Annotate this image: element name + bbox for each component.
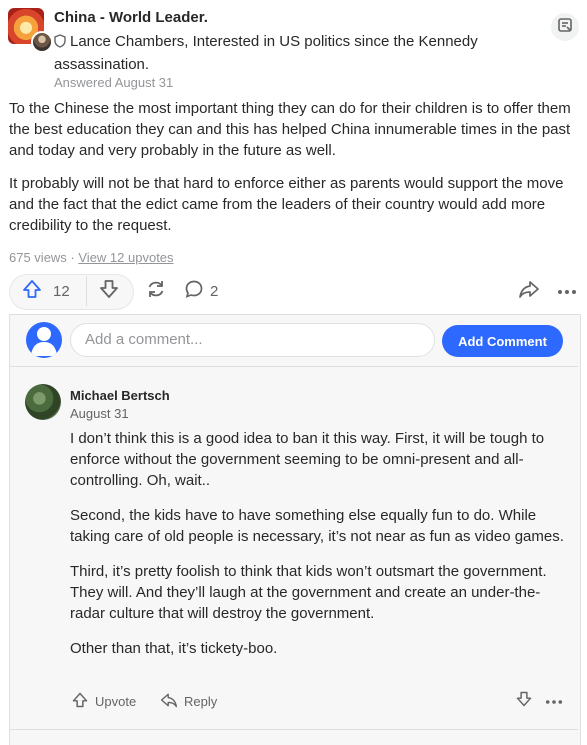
comment-more-button[interactable]	[543, 690, 565, 712]
downvote-button[interactable]	[96, 279, 122, 303]
divider	[10, 729, 578, 730]
comment-upvote-label: Upvote	[95, 693, 137, 709]
divider	[10, 366, 578, 367]
answer-body: To the Chinese the most important thing …	[9, 98, 581, 248]
answered-date[interactable]: Answered August 31	[54, 75, 173, 90]
downvote-arrow-icon	[98, 278, 120, 305]
comment-upvote-button[interactable]: Upvote	[71, 690, 136, 712]
author-credential[interactable]: Lance Chambers, Interested in US politic…	[54, 31, 524, 75]
upvote-arrow-icon	[21, 278, 43, 305]
comment-paragraph: I don’t think this is a good idea to ban…	[70, 430, 545, 489]
author-avatar[interactable]	[31, 31, 53, 53]
answer-stats: 675 views · View 12 upvotes	[9, 250, 174, 265]
note-icon	[557, 17, 573, 38]
comment-paragraph: Second, the kids have to have something …	[70, 507, 564, 545]
commenter-avatar[interactable]	[25, 384, 61, 420]
comment-reply-label: Reply	[184, 693, 218, 709]
comment-body: I don’t think this is a good idea to ban…	[70, 428, 570, 673]
comment-date[interactable]: August 31	[70, 406, 129, 421]
space-name[interactable]: China - World Leader.	[54, 9, 208, 26]
share-button[interactable]	[516, 279, 542, 303]
comment-paragraph: Other than that, it’s tickety-boo.	[70, 640, 278, 657]
reshare-button[interactable]	[143, 279, 169, 303]
answer-paragraph: It probably will not be that hard to enf…	[9, 175, 564, 234]
comment-reply-button[interactable]: Reply	[160, 690, 217, 712]
view-upvotes-link[interactable]: View 12 upvotes	[78, 250, 173, 265]
comments-button[interactable]: 2	[184, 279, 218, 303]
upvote-button[interactable]: 12	[21, 279, 70, 303]
view-count: 675 views	[9, 250, 67, 265]
stats-separator: ·	[66, 250, 79, 265]
speech-bubble-icon	[184, 279, 204, 304]
share-arrow-icon	[518, 278, 540, 305]
answer-paragraph: To the Chinese the most important thing …	[9, 100, 571, 159]
commenter-name[interactable]: Michael Bertsch	[70, 388, 170, 403]
downvote-arrow-icon	[515, 690, 533, 713]
more-options-button[interactable]	[554, 280, 580, 302]
ellipsis-icon	[557, 282, 577, 300]
comment-input[interactable]: Add a comment...	[70, 323, 435, 357]
comment-downvote-button[interactable]	[513, 690, 535, 712]
add-comment-button[interactable]: Add Comment	[442, 325, 563, 357]
credential-text: Lance Chambers, Interested in US politic…	[54, 33, 478, 73]
ellipsis-icon	[545, 692, 563, 710]
reshare-icon	[145, 278, 167, 305]
upvote-arrow-icon	[71, 691, 89, 712]
comment-count: 2	[210, 282, 219, 300]
notes-button[interactable]	[551, 13, 579, 41]
upvote-count: 12	[53, 282, 70, 300]
shield-icon	[54, 33, 66, 54]
default-user-icon	[26, 322, 62, 358]
reply-arrow-icon	[160, 691, 178, 712]
vote-divider	[86, 276, 87, 306]
current-user-avatar[interactable]	[26, 322, 62, 358]
comment-paragraph: Third, it’s pretty foolish to think that…	[70, 563, 547, 622]
